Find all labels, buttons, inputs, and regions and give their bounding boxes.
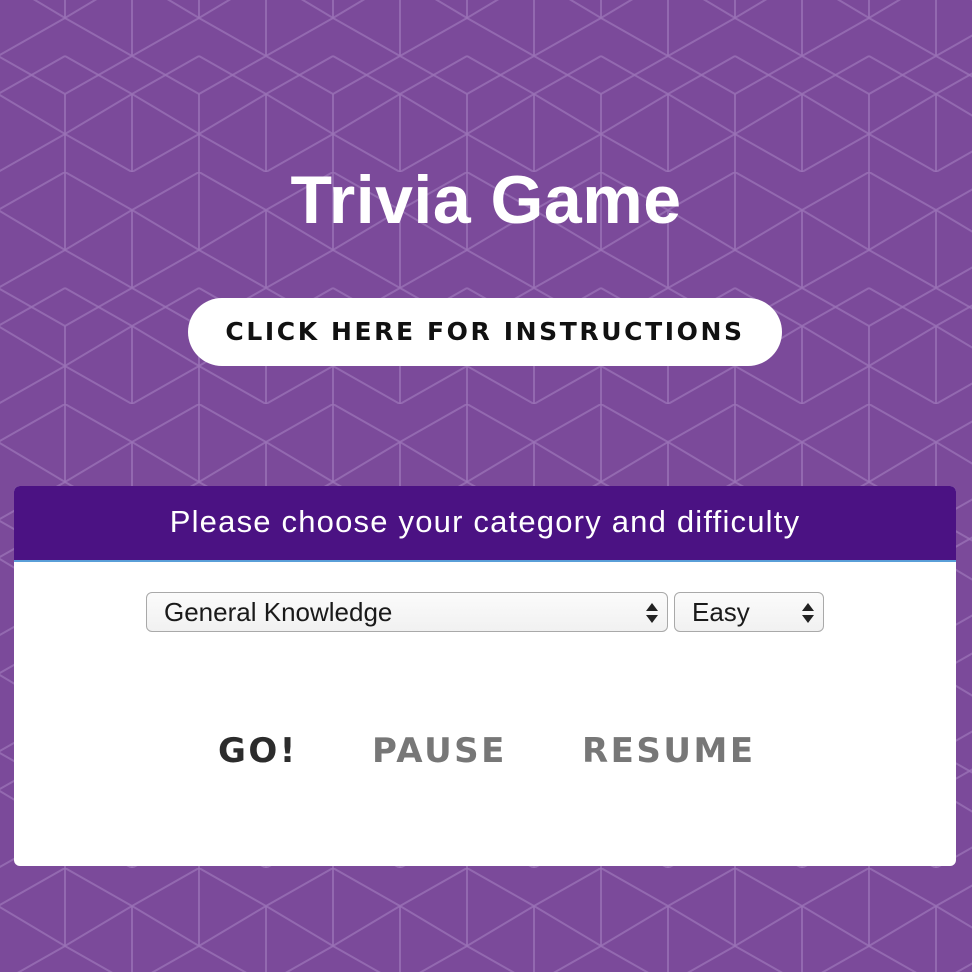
select-arrows-icon [646,603,658,623]
instructions-button[interactable]: CLICK HERE FOR INSTRUCTIONS [188,298,782,366]
difficulty-select-value: Easy [692,597,750,627]
resume-button[interactable]: RESUME [582,728,756,774]
difficulty-select[interactable]: Easy [674,592,824,632]
go-button[interactable]: GO! [218,728,298,774]
panel-header: Please choose your category and difficul… [14,486,956,562]
select-arrows-icon [802,603,814,623]
setup-panel: Please choose your category and difficul… [14,486,956,866]
pause-button[interactable]: PAUSE [372,728,507,774]
category-select-value: General Knowledge [164,597,393,627]
category-select[interactable]: General Knowledge [146,592,668,632]
page-title: Trivia Game [290,162,682,238]
